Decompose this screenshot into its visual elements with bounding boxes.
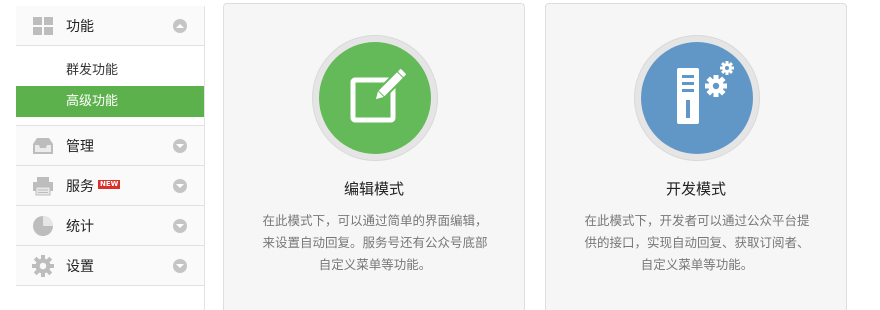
chevron-down-icon[interactable]: [173, 259, 187, 273]
nav-settings-label: 设置: [66, 258, 94, 275]
chevron-down-icon[interactable]: [173, 179, 187, 193]
server-gear-icon: [641, 42, 753, 154]
dev-mode-icon-ring: [634, 35, 760, 161]
gear-icon: [32, 254, 54, 277]
function-submenu: 群发功能 高级功能: [16, 46, 204, 126]
dev-mode-desc-line: 供的接口，实现自动回复、获取订阅者、: [584, 235, 810, 250]
inbox-icon: [32, 135, 54, 157]
grid-icon: [32, 15, 54, 37]
edit-mode-desc-line: 自定义菜单等功能。: [318, 257, 432, 272]
nav-manage[interactable]: 管理: [16, 126, 204, 166]
printer-icon: [32, 175, 54, 197]
nav-service-label: 服务 NEW: [66, 176, 121, 196]
edit-mode-desc-line: 在此模式下，可以通过简单的界面编辑，: [262, 213, 488, 228]
new-badge: NEW: [98, 179, 121, 189]
nav-settings[interactable]: 设置: [16, 246, 204, 286]
edit-pencil-icon: [319, 42, 431, 154]
edit-mode-title: 编辑模式: [343, 180, 404, 198]
sub-item-advanced[interactable]: 高级功能: [16, 86, 204, 117]
sidebar: 功能 群发功能 高级功能 管理 服务 NEW 统计 设置: [16, 6, 205, 310]
edit-mode-icon-ring: [312, 35, 438, 161]
nav-manage-label: 管理: [66, 138, 94, 155]
nav-stats-label: 统计: [66, 218, 94, 235]
chevron-down-icon[interactable]: [173, 139, 187, 153]
chevron-up-icon[interactable]: [173, 19, 187, 33]
nav-service[interactable]: 服务 NEW: [16, 166, 204, 206]
nav-function[interactable]: 功能: [16, 6, 204, 46]
edit-mode-desc-line: 来设置自动回复。服务号还有公众号底部: [262, 235, 488, 250]
edit-mode-description: 在此模式下，可以通过简单的界面编辑， 来设置自动回复。服务号还有公众号底部 自定…: [244, 210, 506, 276]
nav-function-label: 功能: [66, 18, 94, 35]
chevron-down-icon[interactable]: [173, 219, 187, 233]
nav-stats[interactable]: 统计: [16, 206, 204, 246]
sub-item-mass-send[interactable]: 群发功能: [16, 55, 204, 86]
nav-service-text: 服务: [66, 178, 94, 195]
dev-mode-title: 开发模式: [665, 180, 726, 198]
edit-mode-card[interactable]: 编辑模式 在此模式下，可以通过简单的界面编辑， 来设置自动回复。服务号还有公众号…: [223, 3, 525, 310]
dev-mode-card[interactable]: 开发模式 在此模式下，开发者可以通过公众平台提 供的接口，实现自动回复、获取订阅…: [545, 3, 847, 310]
pie-chart-icon: [32, 215, 54, 237]
dev-mode-desc-line: 在此模式下，开发者可以通过公众平台提: [584, 213, 810, 228]
dev-mode-description: 在此模式下，开发者可以通过公众平台提 供的接口，实现自动回复、获取订阅者、 自定…: [566, 210, 828, 276]
dev-mode-desc-line: 自定义菜单等功能。: [640, 257, 754, 272]
